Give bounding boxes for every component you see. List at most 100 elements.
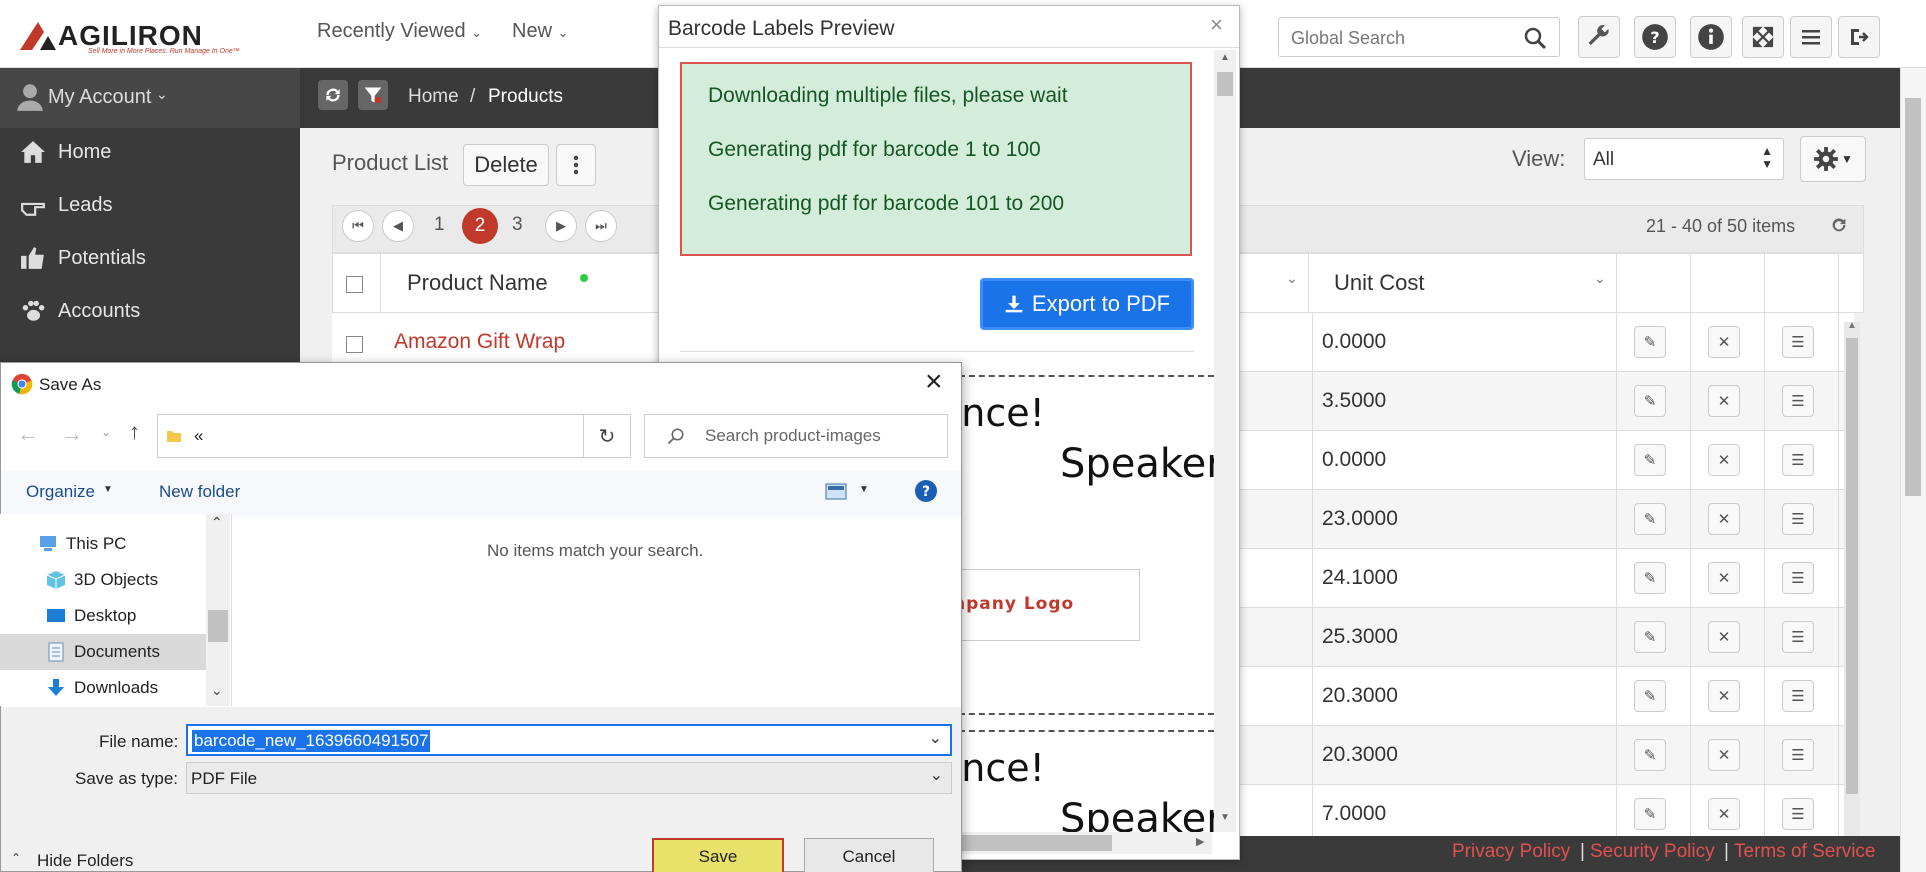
- scroll-down-icon[interactable]: ⌄: [211, 682, 223, 699]
- sidebar-item-home[interactable]: Home: [20, 140, 111, 164]
- agiliron-logo[interactable]: AGILIRON Sell More in More Places. Run M…: [18, 18, 240, 55]
- address-bar[interactable]: « ⌄: [157, 414, 631, 458]
- delete-row-button[interactable]: ✕: [1708, 680, 1740, 712]
- recent-locations-icon[interactable]: ⌄: [101, 425, 111, 439]
- edit-button[interactable]: ✎: [1634, 562, 1666, 594]
- chevron-down-icon[interactable]: ⌄: [1594, 270, 1606, 287]
- row-menu-button[interactable]: ☰: [1782, 385, 1814, 417]
- row-menu-button[interactable]: ☰: [1782, 739, 1814, 771]
- tree-item-this-pc[interactable]: This PC: [38, 534, 126, 554]
- security-policy-link[interactable]: Security Policy: [1590, 841, 1715, 863]
- refresh-button[interactable]: [318, 80, 348, 110]
- delete-row-button[interactable]: ✕: [1708, 385, 1740, 417]
- tree-item-3d-objects[interactable]: 3D Objects: [46, 570, 158, 590]
- prev-page-button[interactable]: ◀: [382, 210, 414, 242]
- scroll-right-icon[interactable]: ▶: [1196, 835, 1204, 848]
- sidebar-item-potentials[interactable]: Potentials: [20, 246, 146, 270]
- help-icon[interactable]: ?: [914, 479, 938, 503]
- column-header-product-name[interactable]: Product Name: [407, 270, 548, 296]
- delete-row-button[interactable]: ✕: [1708, 326, 1740, 358]
- privacy-policy-link[interactable]: Privacy Policy: [1452, 841, 1570, 863]
- tree-item-desktop[interactable]: Desktop: [46, 606, 136, 626]
- delete-row-button[interactable]: ✕: [1708, 621, 1740, 653]
- sidebar-item-accounts[interactable]: Accounts: [20, 299, 140, 323]
- scrollbar-thumb[interactable]: [962, 835, 1112, 851]
- modal-horizontal-scrollbar[interactable]: ▶: [962, 832, 1212, 854]
- scroll-down-icon[interactable]: ▼: [1220, 812, 1230, 823]
- delete-row-button[interactable]: ✕: [1708, 739, 1740, 771]
- chevron-down-icon[interactable]: ⌄: [1286, 270, 1298, 287]
- tree-scrollbar[interactable]: ⌃ ⌄: [206, 514, 230, 706]
- recently-viewed-menu[interactable]: Recently Viewed ⌄: [317, 20, 482, 43]
- row-menu-button[interactable]: ☰: [1782, 326, 1814, 358]
- filter-button[interactable]: [358, 80, 388, 110]
- scroll-up-icon[interactable]: ⌃: [211, 514, 223, 531]
- settings-button[interactable]: ▼: [1800, 136, 1866, 182]
- dialog-close-icon[interactable]: ×: [925, 365, 943, 399]
- export-to-pdf-button[interactable]: Export to PDF: [980, 278, 1194, 330]
- caret-down-icon[interactable]: ▼: [859, 484, 869, 495]
- save-button[interactable]: Save: [652, 838, 784, 872]
- info-button[interactable]: [1690, 16, 1732, 58]
- edit-button[interactable]: ✎: [1634, 444, 1666, 476]
- scrollbar-thumb[interactable]: [208, 610, 228, 642]
- last-page-button[interactable]: ⏭: [585, 210, 617, 242]
- scroll-up-icon[interactable]: ▲: [1847, 320, 1857, 331]
- row-menu-button[interactable]: ☰: [1782, 444, 1814, 476]
- delete-row-button[interactable]: ✕: [1708, 562, 1740, 594]
- delete-row-button[interactable]: ✕: [1708, 503, 1740, 535]
- scrollbar-thumb[interactable]: [1846, 338, 1858, 794]
- edit-button[interactable]: ✎: [1634, 621, 1666, 653]
- row-menu-button[interactable]: ☰: [1782, 562, 1814, 594]
- scrollbar-thumb[interactable]: [1905, 98, 1921, 496]
- view-options-icon[interactable]: [825, 483, 849, 501]
- chevron-down-icon[interactable]: ⌄: [930, 765, 943, 785]
- search-icon[interactable]: [1523, 26, 1547, 50]
- modal-scrollbar[interactable]: ▲ ▼: [1214, 50, 1236, 832]
- page-3-link[interactable]: 3: [512, 214, 523, 236]
- new-menu[interactable]: New ⌄: [512, 20, 568, 43]
- edit-button[interactable]: ✎: [1634, 503, 1666, 535]
- row-menu-button[interactable]: ☰: [1782, 798, 1814, 830]
- row-menu-button[interactable]: ☰: [1782, 621, 1814, 653]
- select-all-checkbox[interactable]: [346, 276, 363, 293]
- tree-item-downloads[interactable]: Downloads: [46, 678, 158, 698]
- row-menu-button[interactable]: ☰: [1782, 503, 1814, 535]
- logout-button[interactable]: [1838, 16, 1880, 58]
- scroll-up-icon[interactable]: ▲: [1220, 52, 1230, 63]
- new-folder-button[interactable]: New folder: [159, 482, 240, 502]
- edit-button[interactable]: ✎: [1634, 739, 1666, 771]
- view-select[interactable]: All ▲ ▼: [1584, 138, 1784, 180]
- my-account-menu[interactable]: My Account ⌄: [0, 68, 300, 128]
- delete-button[interactable]: Delete: [463, 144, 549, 186]
- tree-item-documents[interactable]: Documents: [46, 642, 160, 662]
- reload-icon[interactable]: [1828, 214, 1850, 236]
- chevron-down-icon[interactable]: ⌄: [929, 728, 942, 748]
- chevron-up-icon[interactable]: ⌃: [11, 851, 21, 865]
- refresh-folder-button[interactable]: ↻: [583, 414, 631, 458]
- row-menu-button[interactable]: ☰: [1782, 680, 1814, 712]
- page-1-link[interactable]: 1: [434, 214, 445, 236]
- hide-folders-button[interactable]: Hide Folders: [37, 851, 133, 871]
- scrollbar-thumb[interactable]: [1217, 72, 1233, 96]
- folder-search-input[interactable]: Search product-images: [644, 414, 948, 458]
- modal-close-icon[interactable]: ×: [1210, 12, 1223, 38]
- first-page-button[interactable]: ⏮: [342, 210, 374, 242]
- cancel-button[interactable]: Cancel: [804, 838, 934, 872]
- up-arrow-icon[interactable]: ↑: [129, 419, 140, 445]
- delete-row-button[interactable]: ✕: [1708, 444, 1740, 476]
- delete-row-button[interactable]: ✕: [1708, 798, 1740, 830]
- terms-of-service-link[interactable]: Terms of Service: [1734, 841, 1875, 863]
- breadcrumb-home[interactable]: Home: [408, 86, 459, 108]
- table-scrollbar[interactable]: ▲: [1844, 320, 1860, 836]
- edit-button[interactable]: ✎: [1634, 326, 1666, 358]
- tools-button[interactable]: [1578, 16, 1620, 58]
- back-arrow-icon[interactable]: ←: [17, 421, 39, 447]
- organize-menu[interactable]: Organize: [26, 482, 95, 502]
- product-name-link[interactable]: Amazon Gift Wrap: [394, 330, 565, 354]
- edit-button[interactable]: ✎: [1634, 385, 1666, 417]
- more-actions-button[interactable]: [556, 144, 596, 186]
- global-search-input[interactable]: Global Search: [1278, 17, 1560, 57]
- save-as-type-select[interactable]: PDF File ⌄: [186, 762, 952, 794]
- forward-arrow-icon[interactable]: →: [61, 421, 83, 447]
